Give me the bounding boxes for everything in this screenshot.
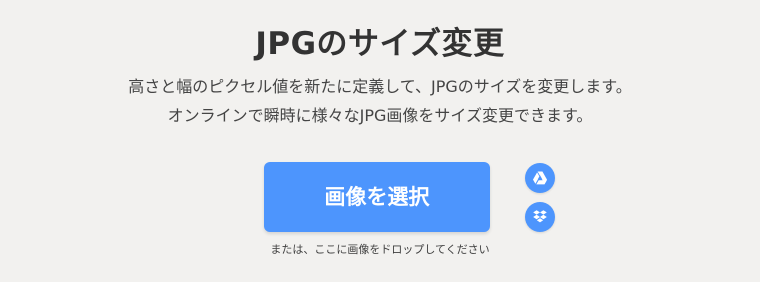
description-line-2: オンラインで瞬時に様々なJPG画像をサイズ変更できます。 (167, 106, 593, 125)
dropbox-button[interactable] (525, 202, 555, 232)
google-drive-button[interactable] (525, 163, 555, 193)
page-title: JPGのサイズ変更 (255, 26, 505, 62)
description-line-1: 高さと幅のピクセル値を新たに定義して、JPGのサイズを変更します。 (128, 77, 632, 96)
drop-hint-text: または、ここに画像をドロップしてください (270, 243, 490, 256)
hero-section: JPGのサイズ変更 高さと幅のピクセル値を新たに定義して、JPGのサイズを変更し… (0, 0, 760, 282)
google-drive-icon (533, 171, 547, 185)
select-image-button[interactable]: 画像を選択 (264, 162, 490, 232)
dropbox-icon (533, 210, 547, 223)
